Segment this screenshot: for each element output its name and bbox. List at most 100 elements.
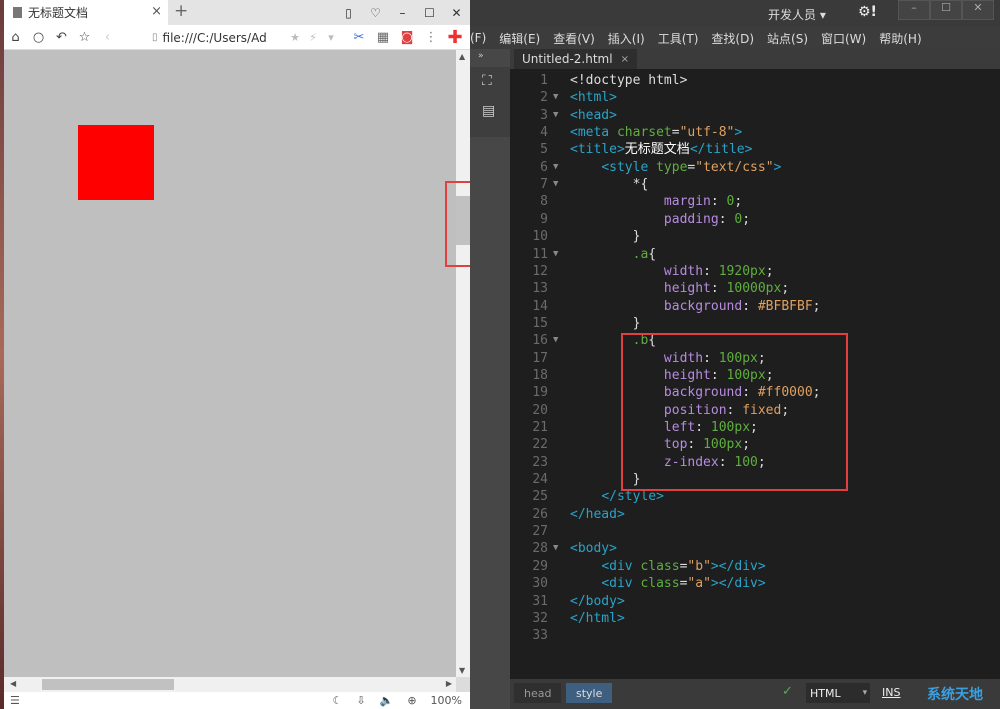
line-number: 6 bbox=[540, 159, 548, 175]
fold-icon[interactable]: ▼ bbox=[553, 176, 558, 193]
code-line[interactable]: 4 <meta charset="utf-8"> bbox=[510, 124, 1000, 141]
extension-icon[interactable]: ✚ bbox=[443, 27, 467, 48]
code-line[interactable]: 6 ▼ <style type="text/css"> bbox=[510, 159, 1000, 176]
menu-tools[interactable]: 工具(T) bbox=[658, 30, 699, 47]
horizontal-scroll-thumb[interactable] bbox=[42, 679, 174, 690]
editor-maximize-button[interactable]: ☐ bbox=[930, 0, 962, 20]
favorite-icon[interactable]: ☆ bbox=[73, 30, 96, 45]
code-text: <style type="text/css"> bbox=[601, 159, 782, 175]
shirt-icon[interactable]: ♡ bbox=[362, 6, 389, 20]
editor-minimize-button[interactable]: – bbox=[898, 0, 930, 20]
workspace-dropdown[interactable]: 开发人员 ▾ bbox=[768, 6, 826, 23]
editor-close-button[interactable]: ✕ bbox=[962, 0, 994, 20]
minimize-button[interactable]: – bbox=[389, 6, 416, 20]
breadcrumb-head[interactable]: head bbox=[514, 683, 562, 703]
menu-find[interactable]: 查找(D) bbox=[711, 30, 754, 47]
code-line[interactable]: 14 background: #BFBFBF; bbox=[510, 298, 1000, 315]
horizontal-scrollbar[interactable]: ◀ ▶ bbox=[4, 677, 456, 692]
fold-icon[interactable]: ▼ bbox=[553, 89, 558, 106]
vibrate-icon[interactable]: ▯ bbox=[335, 6, 362, 20]
scissors-icon[interactable]: ✂ bbox=[347, 30, 371, 45]
home-icon[interactable]: ⌂ bbox=[4, 30, 27, 45]
menu-site[interactable]: 站点(S) bbox=[767, 30, 808, 47]
close-document-icon[interactable]: × bbox=[621, 54, 629, 65]
fold-icon[interactable]: ▼ bbox=[553, 159, 558, 176]
dropdown-icon[interactable]: ▾ bbox=[322, 31, 340, 44]
editor-title-bar: 开发人员 ▾ ⚙! – ☐ ✕ bbox=[470, 0, 1000, 27]
fold-icon[interactable]: ▼ bbox=[553, 540, 558, 557]
line-number: 33 bbox=[532, 628, 548, 644]
night-mode-icon[interactable]: ☾ bbox=[333, 694, 343, 707]
scroll-right-icon[interactable]: ▶ bbox=[446, 679, 452, 688]
browser-status-bar: ☰ ☾ ⇩ 🔈 ⊕ 100% bbox=[4, 692, 470, 709]
scroll-left-icon[interactable]: ◀ bbox=[10, 679, 16, 688]
code-line[interactable]: 33 bbox=[510, 627, 1000, 644]
new-tab-button[interactable]: + bbox=[174, 1, 188, 21]
code-line[interactable]: 29 <div class="b"></div> bbox=[510, 558, 1000, 575]
code-line[interactable]: 15 } bbox=[510, 315, 1000, 332]
code-line[interactable]: 30 <div class="a"></div> bbox=[510, 575, 1000, 592]
sound-icon[interactable]: 🔈 bbox=[380, 694, 394, 707]
site-map-icon[interactable]: ⛶ bbox=[482, 73, 492, 89]
line-number: 26 bbox=[532, 506, 548, 522]
code-line[interactable]: 8 margin: 0; bbox=[510, 193, 1000, 210]
language-select[interactable]: HTML ▾ bbox=[806, 683, 870, 703]
code-line[interactable]: 31 </body> bbox=[510, 593, 1000, 610]
zoom-level[interactable]: 100% bbox=[431, 694, 462, 707]
menu-list-icon[interactable]: ☰ bbox=[10, 694, 20, 707]
document-tab-label: Untitled-2.html bbox=[522, 52, 613, 66]
line-number: 2 bbox=[540, 90, 548, 106]
menu-edit[interactable]: 编辑(E) bbox=[499, 30, 540, 47]
lightning-icon[interactable]: ⚡ bbox=[304, 31, 322, 44]
close-tab-icon[interactable]: × bbox=[151, 4, 162, 19]
code-line[interactable]: 12 width: 1920px; bbox=[510, 263, 1000, 280]
insert-mode[interactable]: INS bbox=[882, 686, 900, 699]
code-line[interactable]: 9 padding: 0; bbox=[510, 211, 1000, 228]
download-icon[interactable]: ⇩ bbox=[356, 694, 365, 707]
code-line[interactable]: 13 height: 10000px; bbox=[510, 280, 1000, 297]
close-button[interactable]: ✕ bbox=[443, 6, 470, 20]
code-line[interactable]: 28 ▼ <body> bbox=[510, 540, 1000, 557]
code-line[interactable]: 26 </head> bbox=[510, 506, 1000, 523]
code-snippet-icon[interactable]: ▤ bbox=[482, 103, 495, 119]
vertical-scrollbar[interactable]: ▲ ▼ bbox=[456, 50, 470, 677]
expand-icon[interactable]: » bbox=[478, 51, 484, 61]
scroll-down-icon[interactable]: ▼ bbox=[459, 666, 465, 675]
gear-icon[interactable]: ⚙! bbox=[858, 4, 877, 20]
back-icon[interactable]: ‹ bbox=[96, 30, 119, 45]
maximize-button[interactable]: ☐ bbox=[416, 6, 443, 20]
code-line[interactable]: 27 bbox=[510, 523, 1000, 540]
browser-tab-bar: 无标题文档 × + ▯ ♡ – ☐ ✕ bbox=[4, 0, 470, 25]
document-tab[interactable]: Untitled-2.html × bbox=[514, 49, 637, 69]
code-line[interactable]: 1 <!doctype html> bbox=[510, 72, 1000, 89]
menu-view[interactable]: 查看(V) bbox=[553, 30, 595, 47]
fold-icon[interactable]: ▼ bbox=[553, 107, 558, 124]
refresh-icon[interactable]: ○ bbox=[27, 30, 50, 45]
scroll-up-icon[interactable]: ▲ bbox=[459, 52, 465, 61]
more-icon[interactable]: ⋮ bbox=[419, 30, 443, 45]
menu-insert[interactable]: 插入(I) bbox=[608, 30, 645, 47]
code-text: <div class="a"></div> bbox=[601, 576, 766, 592]
code-line[interactable]: 7 ▼ *{ bbox=[510, 176, 1000, 193]
code-line[interactable]: 3 ▼ <head> bbox=[510, 107, 1000, 124]
line-number: 27 bbox=[532, 524, 548, 540]
menu-file[interactable]: (F) bbox=[470, 31, 486, 45]
code-line[interactable]: 11 ▼ .a{ bbox=[510, 246, 1000, 263]
menu-window[interactable]: 窗口(W) bbox=[821, 30, 866, 47]
code-line[interactable]: 2 ▼ <html> bbox=[510, 89, 1000, 106]
code-line[interactable]: 5 <title>无标题文档</title> bbox=[510, 141, 1000, 158]
code-text: } bbox=[570, 229, 641, 245]
browser-tab[interactable]: 无标题文档 × bbox=[4, 0, 168, 25]
breadcrumb-style[interactable]: style bbox=[566, 683, 613, 703]
line-number: 15 bbox=[532, 315, 548, 331]
menu-help[interactable]: 帮助(H) bbox=[879, 30, 921, 47]
code-line[interactable]: 10 } bbox=[510, 228, 1000, 245]
apps-icon[interactable]: ▦ bbox=[371, 30, 395, 45]
fold-icon[interactable]: ▼ bbox=[553, 246, 558, 263]
zoom-icon[interactable]: ⊕ bbox=[407, 694, 416, 707]
code-line[interactable]: 32 </html> bbox=[510, 610, 1000, 627]
reader-icon[interactable]: ◙ bbox=[395, 30, 419, 45]
star-icon[interactable]: ★ bbox=[286, 31, 304, 44]
fold-icon[interactable]: ▼ bbox=[553, 332, 558, 349]
undo-icon[interactable]: ↶ bbox=[50, 30, 73, 45]
